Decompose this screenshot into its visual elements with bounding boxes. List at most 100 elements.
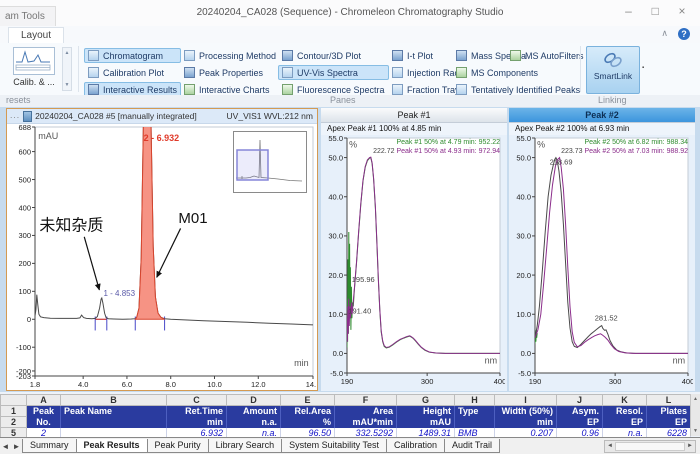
column-letter-header[interactable]: F: [335, 395, 397, 406]
button-contour-3d-plot[interactable]: Contour/3D Plot: [278, 48, 389, 63]
table-header-cell[interactable]: mAU*min: [335, 417, 397, 428]
table-horizontal-scrollbar[interactable]: ◄ ►: [604, 440, 696, 453]
column-letter-header[interactable]: G: [397, 395, 455, 406]
column-letter-header[interactable]: B: [61, 395, 167, 406]
peak2-spectrum-plot[interactable]: 55.050.040.030.020.010.00.0-5.0190300400…: [509, 135, 693, 388]
pane-grip[interactable]: ...: [10, 110, 20, 120]
tab-library-search[interactable]: Library Search: [208, 439, 283, 453]
scroll-left-icon[interactable]: ◄: [607, 443, 613, 449]
button-chromatogram[interactable]: Chromatogram: [84, 48, 181, 63]
svg-text:10.0: 10.0: [328, 310, 343, 319]
smartlink-dropdown-icon[interactable]: ▪: [642, 65, 644, 71]
peak2-pane[interactable]: Peak #2 Apex Peak #2 100% at 6.93 min 55…: [509, 108, 695, 391]
tab-peak-results[interactable]: Peak Results: [76, 439, 148, 453]
scroll-right-icon[interactable]: ►: [687, 443, 693, 449]
help-icon[interactable]: ?: [678, 28, 690, 40]
peak2-pane-header[interactable]: Peak #2: [509, 108, 695, 123]
table-header-cell[interactable]: EP: [557, 417, 603, 428]
injection-icon: [23, 111, 32, 122]
table-header-cell[interactable]: Area: [335, 406, 397, 417]
tab-system-suitability-test[interactable]: System Suitability Test: [281, 439, 387, 453]
peak1-spectrum-plot[interactable]: 55.050.040.030.020.010.00.0-5.0190300400…: [321, 135, 505, 388]
table-header-cell[interactable]: min: [167, 417, 227, 428]
table-header-cell[interactable]: EP: [603, 417, 647, 428]
table-header-cell[interactable]: Asym.: [557, 406, 603, 417]
chromatogram-title: 20240204_CA028 #5 [manually integrated]: [35, 111, 226, 121]
button-processing-method[interactable]: Processing Method: [180, 48, 280, 63]
peak2-apex-title: Apex Peak #2 100% at 6.93 min: [509, 123, 695, 135]
table-header-cell[interactable]: min: [495, 417, 557, 428]
table-header-cell[interactable]: Height: [397, 406, 455, 417]
svg-text:195.96: 195.96: [352, 275, 375, 284]
svg-text:281.52: 281.52: [595, 314, 618, 323]
fraction-tray-icon: [392, 84, 403, 95]
peak1-pane-header[interactable]: Peak #1: [321, 108, 507, 123]
peak2-apex-wavelength: 223.73: [561, 148, 582, 155]
peak1-pane[interactable]: Peak #1 Apex Peak #1 100% at 4.85 min 55…: [321, 108, 507, 391]
scroll-track[interactable]: [615, 442, 685, 451]
column-letter-header[interactable]: D: [227, 395, 281, 406]
zoom-selection-rect[interactable]: [237, 150, 268, 180]
svg-text:688: 688: [18, 124, 31, 132]
button-peak-properties[interactable]: Peak Properties: [180, 65, 280, 80]
table-header-cell[interactable]: EP: [647, 417, 691, 428]
table-header-cell[interactable]: No.: [27, 417, 61, 428]
row-number[interactable]: 1: [1, 406, 27, 417]
restore-icon[interactable]: □: [643, 4, 667, 18]
column-letter-header[interactable]: A: [27, 395, 61, 406]
tab-layout[interactable]: Layout: [8, 27, 64, 43]
table-header-cell[interactable]: [455, 417, 495, 428]
table-header-cell[interactable]: Amount: [227, 406, 281, 417]
gallery-up-icon[interactable]: ▲: [65, 50, 70, 56]
tab-calibration[interactable]: Calibration: [386, 439, 445, 453]
table-header-cell[interactable]: Plates: [647, 406, 691, 417]
scroll-up-icon[interactable]: ▲: [693, 396, 698, 402]
tab-audit-trail[interactable]: Audit Trail: [444, 439, 500, 453]
column-letter-header[interactable]: K: [603, 395, 647, 406]
table-header-cell[interactable]: Resol.: [603, 406, 647, 417]
sheet-nav-left-icon[interactable]: ◄: [0, 442, 11, 451]
table-header-cell[interactable]: Peak: [27, 406, 61, 417]
button-uv-vis-spectra[interactable]: UV-Vis Spectra: [278, 65, 389, 80]
tab-peak-purity[interactable]: Peak Purity: [147, 439, 209, 453]
calibration-preset-icon: [13, 47, 55, 75]
gallery-scroll[interactable]: ▲▼: [62, 47, 72, 91]
tab-summary[interactable]: Summary: [22, 439, 77, 453]
column-letter-header[interactable]: E: [281, 395, 335, 406]
button-ms-autofilters[interactable]: MS AutoFilters: [506, 48, 588, 63]
table-header-cell[interactable]: Ret.Time: [167, 406, 227, 417]
gallery-down-icon[interactable]: ▼: [65, 82, 70, 88]
table-header-cell[interactable]: n.a.: [227, 417, 281, 428]
column-letter-header[interactable]: H: [455, 395, 495, 406]
chromatogram-pane[interactable]: ... 20240204_CA028 #5 [manually integrat…: [6, 108, 318, 391]
column-letter-header[interactable]: L: [647, 395, 691, 406]
svg-text:14.5: 14.5: [306, 380, 316, 389]
button-calibration-plot[interactable]: Calibration Plot: [84, 65, 181, 80]
table-header-cell[interactable]: Rel.Area: [281, 406, 335, 417]
table-corner[interactable]: [1, 395, 27, 406]
ribbon-collapse-icon[interactable]: ∧: [661, 28, 668, 39]
svg-text:1.8: 1.8: [30, 380, 40, 389]
overview-inset[interactable]: [233, 131, 307, 193]
row-number[interactable]: 2: [1, 417, 27, 428]
table-header-cell[interactable]: Type: [455, 406, 495, 417]
table-vertical-scrollbar[interactable]: ▲▼: [690, 394, 700, 436]
table-header-cell[interactable]: Width (50%): [495, 406, 557, 417]
sheet-nav-right-icon[interactable]: ►: [11, 442, 22, 451]
table-header-cell[interactable]: mAU: [397, 417, 455, 428]
button-ms-components[interactable]: MS Components: [452, 65, 584, 80]
column-letter-header[interactable]: C: [167, 395, 227, 406]
minimize-icon[interactable]: –: [616, 4, 640, 18]
window-controls: – □ ×: [616, 4, 694, 18]
column-letter-header[interactable]: I: [495, 395, 557, 406]
scroll-down-icon[interactable]: ▼: [693, 428, 698, 434]
smartlink-button[interactable]: SmartLink: [586, 46, 640, 94]
chromatogram-pane-header[interactable]: ... 20240204_CA028 #5 [manually integrat…: [7, 109, 317, 124]
close-icon[interactable]: ×: [670, 4, 694, 18]
presets-gallery[interactable]: Calib. & ...: [8, 46, 60, 92]
svg-text:4.0: 4.0: [78, 380, 88, 389]
table-header-cell[interactable]: %: [281, 417, 335, 428]
table-header-cell[interactable]: [61, 417, 167, 428]
table-header-cell[interactable]: Peak Name: [61, 406, 167, 417]
column-letter-header[interactable]: J: [557, 395, 603, 406]
